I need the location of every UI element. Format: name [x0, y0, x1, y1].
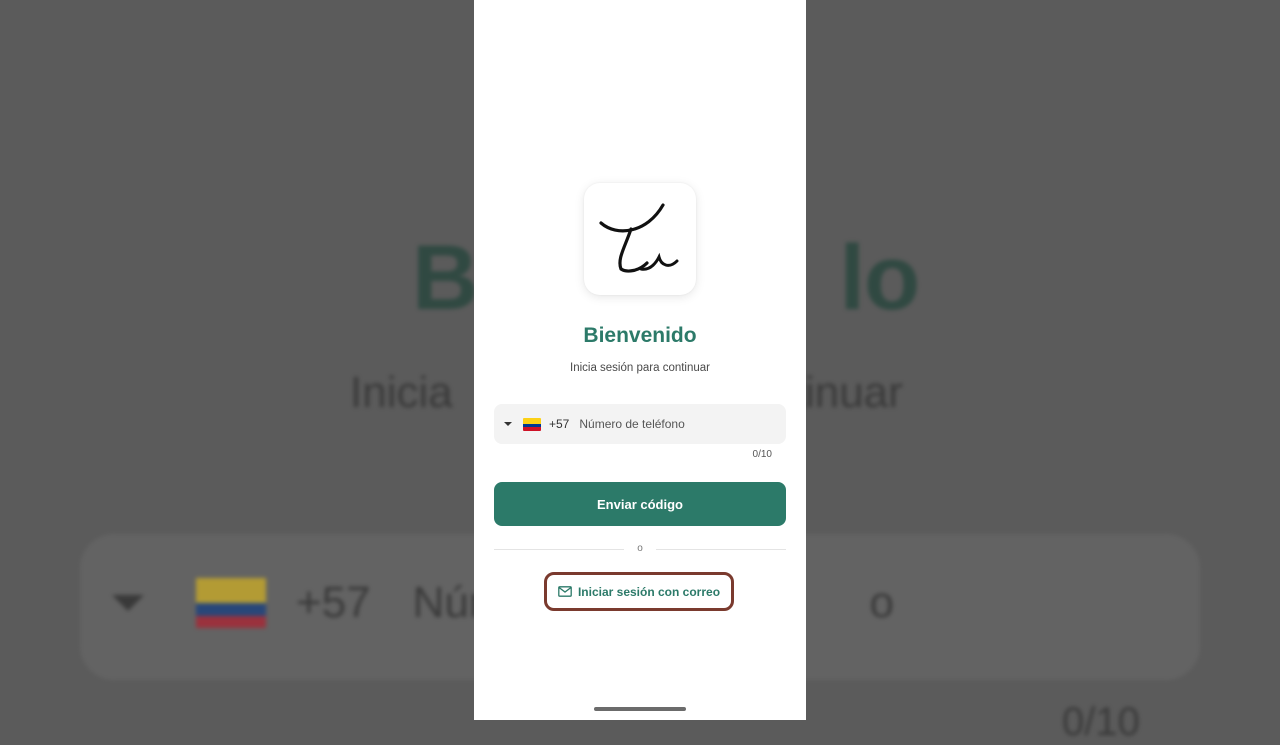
app-logo: [584, 183, 696, 295]
phone-number-field[interactable]: +57: [494, 404, 786, 444]
background-title-right: lo: [839, 227, 920, 329]
page-subtitle: Inicia sesión para continuar: [570, 362, 710, 374]
background-subtitle-left: Inicia: [350, 368, 453, 417]
page-title: Bienvenido: [583, 324, 697, 347]
send-code-button[interactable]: Enviar código: [494, 482, 786, 526]
divider-line-right: [656, 549, 786, 550]
home-indicator[interactable]: [594, 707, 686, 711]
background-title-left: B: [412, 227, 478, 329]
colombia-flag-icon[interactable]: [523, 417, 541, 431]
phone-number-input[interactable]: [579, 417, 770, 431]
handwritten-logo-icon: [599, 203, 679, 273]
background-placeholder-right: o: [869, 578, 895, 627]
background-counter: 0/10: [1062, 700, 1140, 744]
mail-icon: [558, 586, 572, 597]
email-login-label[interactable]: Iniciar sesión con correo: [578, 585, 720, 599]
phone-screen: Bienvenido Inicia sesión para continuar …: [474, 0, 806, 720]
country-code[interactable]: +57: [549, 417, 569, 431]
character-counter: 0/10: [752, 449, 772, 460]
email-login-button[interactable]: Iniciar sesión con correo: [544, 572, 734, 611]
background-country-code: +57: [296, 578, 371, 627]
background-dropdown-icon: [112, 595, 144, 611]
background-flag-icon: [196, 578, 266, 628]
background-subtitle-right: tinuar: [792, 368, 903, 417]
dropdown-arrow-icon[interactable]: [504, 422, 512, 426]
